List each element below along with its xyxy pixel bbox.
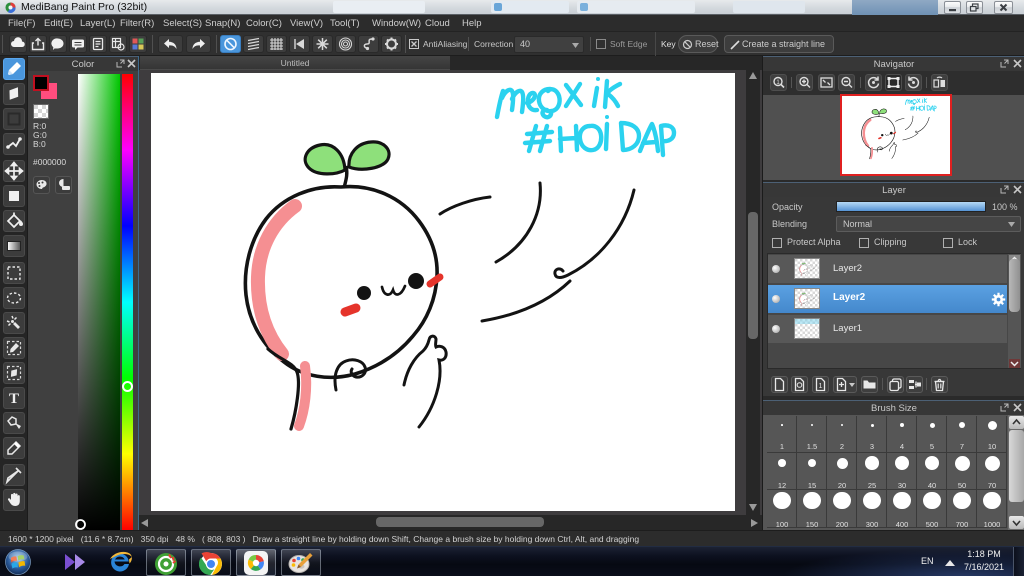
svg-text:T: T bbox=[9, 391, 19, 407]
svg-text:1: 1 bbox=[819, 383, 823, 390]
